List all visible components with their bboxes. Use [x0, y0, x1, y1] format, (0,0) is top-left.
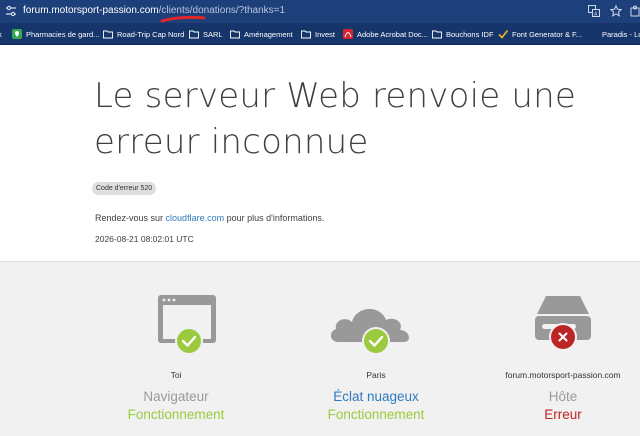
bookmark-label: SARL	[203, 29, 223, 39]
ok-badge-icon	[175, 327, 203, 354]
site-settings-icon[interactable]	[5, 5, 17, 17]
bookmark-pharmacies[interactable]: Pharmacies de gard...	[12, 28, 99, 40]
host-kind: Hôte	[548, 389, 578, 404]
bookmark-font-generator[interactable]: Font Generator & F...	[498, 28, 582, 40]
bookmark-sarl[interactable]: SARL	[189, 28, 223, 40]
url-domain: forum.motorsport-passion.com	[23, 5, 159, 16]
bookmarks-bar: k Pharmacies de gard... Road-Trip Cap No…	[0, 23, 640, 45]
bookmark-road-trip[interactable]: Road-Trip Cap Nord	[103, 28, 184, 40]
browser-state: Fonctionnement	[127, 407, 225, 422]
bookmark-adobe[interactable]: Adobe Acrobat Doc...	[343, 28, 428, 40]
pdf-icon	[343, 29, 353, 39]
bookmark-label: Adobe Acrobat Doc...	[357, 29, 428, 39]
status-host: forum.motorsport-passion.com Hôte Erreur	[463, 262, 640, 436]
browser-icon	[158, 295, 216, 354]
translate-icon[interactable]: A	[588, 5, 600, 17]
cloudflare-kind[interactable]: Éclat nuageux	[276, 389, 476, 404]
cloudflare-location: Paris	[366, 370, 386, 380]
host-location: forum.motorsport-passion.com	[505, 370, 621, 380]
error-code-badge: Code d'erreur 520	[92, 182, 157, 195]
red-underline-annotation	[160, 15, 206, 23]
folder-icon	[230, 30, 240, 39]
star-icon[interactable]	[610, 5, 622, 17]
extensions-icon[interactable]	[630, 5, 640, 17]
bookmark-label: Font Generator & F...	[512, 29, 583, 39]
ok-badge-icon	[362, 327, 390, 354]
info-prefix: Rendez-vous sur	[95, 213, 166, 223]
map-pin-icon	[12, 29, 22, 39]
server-icon	[535, 296, 591, 351]
folder-icon	[301, 30, 311, 39]
bookmark-bouchons[interactable]: Bouchons IDF	[432, 28, 494, 40]
cloud-icon	[330, 308, 409, 354]
bookmark-truncated[interactable]: k	[0, 28, 2, 40]
status-browser: Toi Navigateur Fonctionnement	[76, 262, 276, 436]
folder-icon	[103, 30, 113, 39]
error-timestamp: 2026-08-21 08:02:01 UTC	[95, 234, 194, 244]
host-state: Erreur	[544, 407, 582, 422]
bookmark-invest[interactable]: Invest	[301, 28, 335, 40]
info-suffix: pour plus d'informations.	[224, 213, 325, 223]
check-icon	[498, 30, 508, 39]
cloudflare-state: Fonctionnement	[327, 407, 425, 422]
url-field[interactable]: forum.motorsport-passion.com/clients/don…	[23, 5, 285, 16]
error-badge-icon	[549, 323, 577, 351]
cloudflare-link[interactable]: cloudflare.com	[166, 213, 225, 223]
bookmark-amenagement[interactable]: Aménagement	[230, 28, 293, 40]
bookmark-label: Aménagement	[244, 29, 293, 39]
info-text: Rendez-vous sur cloudflare.com pour plus…	[95, 213, 324, 223]
error-title: Le serveur Web renvoie une erreur inconn…	[94, 76, 576, 162]
folder-icon	[189, 30, 199, 39]
browser-location: Toi	[170, 370, 182, 380]
bookmark-label: Pharmacies de gard...	[26, 29, 100, 39]
bookmark-label: Invest	[315, 29, 336, 39]
status-section: Toi Navigateur Fonctionnement Paris Écla…	[0, 261, 640, 436]
status-cloudflare: Paris Éclat nuageux Fonctionnement	[276, 262, 476, 436]
bookmark-label: Bouchons IDF	[446, 29, 494, 39]
browser-kind: Navigateur	[143, 389, 209, 404]
bookmark-label: Paradis - Loi	[602, 29, 640, 39]
bookmark-label: Road-Trip Cap Nord	[117, 29, 185, 39]
bookmark-paradis[interactable]: Paradis - Loi	[602, 28, 640, 40]
error-content: Le serveur Web renvoie une erreur inconn…	[0, 45, 640, 261]
svg-text:A: A	[594, 12, 598, 18]
address-bar: forum.motorsport-passion.com/clients/don…	[0, 0, 640, 23]
folder-icon	[432, 30, 442, 39]
